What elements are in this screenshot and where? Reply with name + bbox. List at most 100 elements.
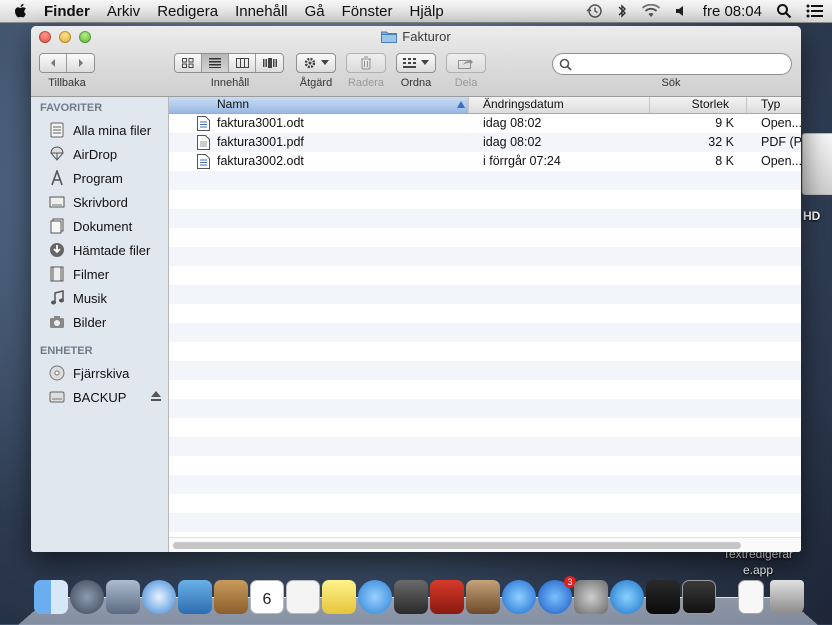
- file-kind: Open...: [761, 116, 801, 130]
- coverflow-view-button[interactable]: [256, 54, 283, 72]
- delete-button[interactable]: [346, 53, 386, 73]
- bluetooth-icon[interactable]: [617, 3, 627, 19]
- sidebar-item-label: Fjärrskiva: [73, 365, 130, 381]
- contacts-dock-icon[interactable]: [214, 580, 248, 614]
- file-date: idag 08:02: [483, 116, 542, 130]
- eject-icon[interactable]: [150, 390, 162, 402]
- documents-icon: [49, 218, 65, 234]
- pdf-document-icon: [197, 135, 210, 150]
- column-header-date[interactable]: Ändringsdatum: [469, 97, 650, 113]
- desktop-icon: [49, 194, 65, 210]
- sidebar-item-label: Skrivbord: [73, 194, 128, 210]
- table-row[interactable]: faktura3002.odt i förrgår 07:24 8 K Open…: [169, 152, 801, 171]
- notes-dock-icon[interactable]: [322, 580, 356, 614]
- system-preferences-dock-icon[interactable]: [574, 580, 608, 614]
- itunes-dock-icon[interactable]: [502, 580, 536, 614]
- sidebar-item-pictures[interactable]: Bilder: [31, 311, 168, 333]
- view-mode-control: [174, 53, 284, 73]
- console-dock-icon[interactable]: [646, 580, 680, 614]
- file-name: faktura3002.odt: [217, 154, 304, 168]
- chevron-down-icon: [421, 60, 429, 65]
- mission-control-dock-icon[interactable]: [106, 580, 140, 614]
- share-button[interactable]: [446, 53, 486, 73]
- sidebar-item-documents[interactable]: Dokument: [31, 215, 168, 237]
- sidebar-item-movies[interactable]: Filmer: [31, 263, 168, 285]
- menu-hjalp[interactable]: Hjälp: [409, 3, 443, 20]
- sidebar-item-remote-disc[interactable]: Fjärrskiva: [31, 362, 168, 384]
- menu-redigera[interactable]: Redigera: [157, 3, 218, 20]
- column-header-kind[interactable]: Typ: [747, 97, 801, 113]
- sidebar-item-backup[interactable]: BACKUP: [31, 386, 168, 408]
- launchpad-dock-icon[interactable]: [70, 580, 104, 614]
- messages-dock-icon[interactable]: [358, 580, 392, 614]
- wifi-icon[interactable]: [641, 4, 661, 18]
- sidebar-item-desktop[interactable]: Skrivbord: [31, 191, 168, 213]
- menu-finder[interactable]: Finder: [44, 3, 90, 20]
- spotlight-search-icon[interactable]: [776, 3, 792, 19]
- notification-center-icon[interactable]: [806, 4, 824, 18]
- hard-drive-desktop-icon[interactable]: [802, 133, 832, 195]
- list-view-button[interactable]: [202, 54, 229, 72]
- favorites-header: FAVORITER: [40, 102, 103, 114]
- empty-row: [169, 209, 801, 228]
- sidebar-item-airdrop[interactable]: AirDrop: [31, 143, 168, 165]
- facetime-dock-icon[interactable]: [394, 580, 428, 614]
- menu-ga[interactable]: Gå: [305, 3, 325, 20]
- odt-document-dock-icon[interactable]: [738, 580, 764, 614]
- volume-icon[interactable]: [675, 4, 687, 18]
- search-input[interactable]: [576, 56, 780, 72]
- trash-dock-icon[interactable]: [770, 580, 804, 614]
- list-icon: [209, 58, 221, 68]
- mail-dock-icon[interactable]: [178, 580, 212, 614]
- folder-icon: [381, 31, 398, 43]
- column-size-label: Storlek: [691, 97, 729, 111]
- terminal-dock-icon[interactable]: [682, 580, 716, 614]
- search-label: Sök: [661, 77, 681, 89]
- sidebar-item-all-files[interactable]: Alla mina filer: [31, 119, 168, 141]
- menu-arkiv[interactable]: Arkiv: [107, 3, 140, 20]
- back-button[interactable]: [40, 54, 67, 72]
- calendar-dock-icon[interactable]: 6: [250, 580, 284, 614]
- icon-view-button[interactable]: [175, 54, 202, 72]
- calendar-day: 6: [262, 591, 272, 608]
- finder-dock-icon[interactable]: [34, 580, 68, 614]
- sidebar-item-label: Bilder: [73, 314, 107, 330]
- sidebar-item-label: Musik: [73, 290, 107, 306]
- table-row[interactable]: faktura3001.pdf idag 08:02 32 K PDF (P..…: [169, 133, 801, 152]
- hard-drive-label: HD: [803, 209, 821, 223]
- menu-fonster[interactable]: Fönster: [342, 3, 393, 20]
- time-machine-icon[interactable]: [585, 3, 603, 19]
- sort-ascending-icon: [457, 101, 465, 108]
- sidebar-item-music[interactable]: Musik: [31, 287, 168, 309]
- downloads-icon: [49, 242, 65, 258]
- forward-button[interactable]: [67, 54, 94, 72]
- chevron-right-icon: [78, 59, 83, 67]
- twitter-dock-icon[interactable]: [610, 580, 644, 614]
- apple-menu-icon[interactable]: [12, 2, 30, 20]
- photo-booth-dock-icon[interactable]: [430, 580, 464, 614]
- table-row[interactable]: faktura3001.odt idag 08:02 9 K Open...: [169, 114, 801, 133]
- grid-icon: [182, 58, 194, 68]
- window-title-text: Fakturor: [402, 29, 451, 44]
- sidebar-item-downloads[interactable]: Hämtade filer: [31, 239, 168, 261]
- column-name-label: Namn: [217, 97, 250, 111]
- column-view-button[interactable]: [229, 54, 256, 72]
- action-menu-button[interactable]: [296, 53, 336, 73]
- menu-innehall[interactable]: Innehåll: [235, 3, 288, 20]
- column-header-name[interactable]: Namn: [169, 97, 469, 113]
- scrollbar-thumb[interactable]: [173, 542, 741, 549]
- safari-dock-icon[interactable]: [142, 580, 176, 614]
- app-store-dock-icon[interactable]: 3: [538, 576, 576, 614]
- column-kind-label: Typ: [761, 97, 781, 111]
- sidebar-item-applications[interactable]: Program: [31, 167, 168, 189]
- arrange-menu-button[interactable]: [396, 53, 436, 73]
- column-header-size[interactable]: Storlek: [650, 97, 747, 113]
- devices-header: ENHETER: [40, 345, 93, 357]
- iphoto-dock-icon[interactable]: [466, 580, 500, 614]
- file-name: faktura3001.odt: [217, 116, 304, 130]
- column-header: Namn Ändringsdatum Storlek Typ: [169, 97, 801, 114]
- search-field[interactable]: [552, 53, 792, 75]
- reminders-dock-icon[interactable]: [286, 580, 320, 614]
- horizontal-scrollbar[interactable]: [169, 537, 801, 552]
- menubar-clock[interactable]: fre 08:04: [703, 3, 762, 20]
